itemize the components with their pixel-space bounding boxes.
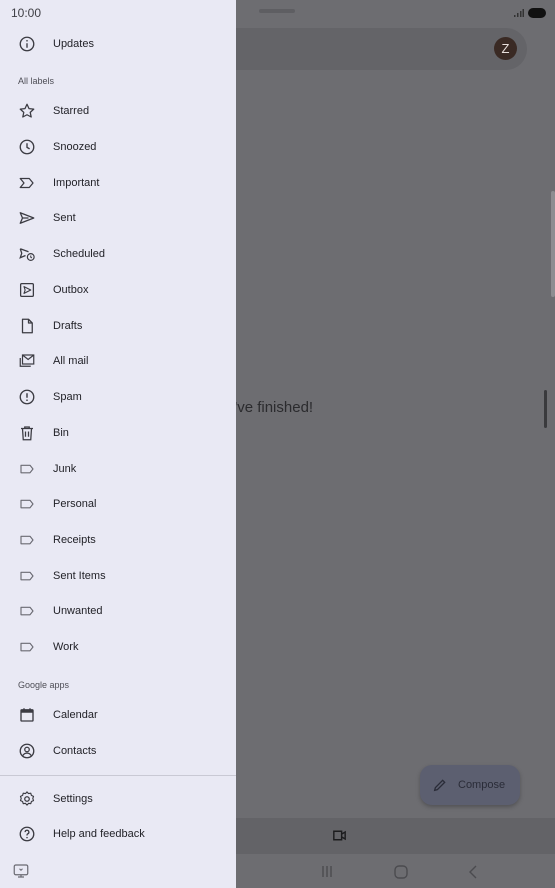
drawer-item-label: Outbox xyxy=(53,284,89,296)
drawer-item-personal[interactable]: Personal xyxy=(0,487,236,521)
drawer-item-label: Scheduled xyxy=(53,248,105,260)
compose-label: Compose xyxy=(458,779,506,791)
drawer-item-label: Settings xyxy=(53,793,93,805)
outbox-icon xyxy=(18,281,36,299)
scrollbar-thumb[interactable] xyxy=(544,390,547,428)
calendar-icon xyxy=(18,706,36,724)
pencil-icon xyxy=(433,779,446,792)
drag-handle xyxy=(259,9,295,13)
drawer-item-label: Important xyxy=(53,177,100,189)
label-icon xyxy=(18,567,36,585)
home-icon[interactable] xyxy=(394,865,408,879)
account-avatar[interactable]: Z xyxy=(494,37,517,60)
empty-inbox-message: u've finished! xyxy=(236,399,314,416)
drawer-item-work[interactable]: Work xyxy=(0,630,236,664)
drawer-item-bin[interactable]: Bin xyxy=(0,416,236,450)
drawer-item-label: Sent Items xyxy=(53,570,106,582)
label-icon xyxy=(18,531,36,549)
label-icon xyxy=(18,495,36,513)
screen-device-icon[interactable] xyxy=(12,862,30,880)
gear-icon xyxy=(18,790,36,808)
drawer-item-label: Receipts xyxy=(53,534,96,546)
drawer-item-unwanted[interactable]: Unwanted xyxy=(0,594,236,628)
bottom-navigation-bar xyxy=(236,818,555,854)
drawer-item-scheduled[interactable]: Scheduled xyxy=(0,237,236,271)
drawer-divider xyxy=(0,775,236,776)
label-icon xyxy=(18,602,36,620)
drawer-item-receipts[interactable]: Receipts xyxy=(0,523,236,557)
drawer-item-label: Updates xyxy=(53,38,94,50)
draft-icon xyxy=(18,317,36,335)
drawer-item-starred[interactable]: Starred xyxy=(0,94,236,128)
drawer-item-spam[interactable]: Spam xyxy=(0,380,236,414)
clock-icon xyxy=(18,138,36,156)
drawer-item-settings[interactable]: Settings xyxy=(0,782,236,816)
drawer-item-junk[interactable]: Junk xyxy=(0,452,236,486)
drawer-item-snoozed[interactable]: Snoozed xyxy=(0,130,236,164)
drawer-item-drafts[interactable]: Drafts xyxy=(0,309,236,343)
side-scroll-handle[interactable] xyxy=(551,191,555,297)
drawer-item-important[interactable]: Important xyxy=(0,166,236,200)
drawer-item-label: Work xyxy=(53,641,79,653)
status-icons xyxy=(514,8,546,18)
back-icon[interactable] xyxy=(468,865,478,879)
scheduled-send-icon xyxy=(18,245,36,263)
navigation-drawer: 10:00 Updates All labels Starred Snoozed… xyxy=(0,0,236,888)
drawer-item-help[interactable]: Help and feedback xyxy=(0,817,236,851)
drawer-item-label: Bin xyxy=(53,427,69,439)
drawer-item-sent[interactable]: Sent xyxy=(0,201,236,235)
battery-icon xyxy=(528,8,546,18)
drawer-item-updates[interactable]: Updates xyxy=(0,27,236,61)
recents-icon[interactable] xyxy=(321,865,333,878)
trash-icon xyxy=(18,424,36,442)
drawer-item-label: Drafts xyxy=(53,320,83,332)
search-bar[interactable] xyxy=(236,28,527,70)
all-mail-icon xyxy=(18,352,36,370)
signal-icon xyxy=(514,9,524,17)
drawer-item-label: Junk xyxy=(53,463,77,475)
send-icon xyxy=(18,209,36,227)
drawer-item-label: Snoozed xyxy=(53,141,97,153)
label-icon xyxy=(18,638,36,656)
section-all-labels: All labels xyxy=(18,76,55,86)
spam-icon xyxy=(18,388,36,406)
label-icon xyxy=(18,460,36,478)
drawer-item-label: All mail xyxy=(53,355,89,367)
info-icon xyxy=(18,35,36,53)
drawer-item-all-mail[interactable]: All mail xyxy=(0,344,236,378)
drawer-item-label: Calendar xyxy=(53,709,98,721)
meet-video-icon[interactable] xyxy=(331,827,348,844)
drawer-item-label: Sent xyxy=(53,212,76,224)
drawer-item-label: Starred xyxy=(53,105,90,117)
drawer-item-sent-items[interactable]: Sent Items xyxy=(0,559,236,593)
star-icon xyxy=(18,102,36,120)
drawer-item-label: Personal xyxy=(53,498,97,510)
drawer-item-label: Spam xyxy=(53,391,82,403)
help-icon xyxy=(18,825,36,843)
status-time: 10:00 xyxy=(11,6,42,20)
system-nav-bar xyxy=(236,856,555,888)
compose-button[interactable]: Compose xyxy=(420,765,520,805)
drawer-item-label: Contacts xyxy=(53,745,97,757)
important-icon xyxy=(18,174,36,192)
drawer-item-label: Unwanted xyxy=(53,605,103,617)
drawer-item-label: Help and feedback xyxy=(53,828,145,840)
drawer-item-contacts[interactable]: Contacts xyxy=(0,734,236,768)
contacts-icon xyxy=(18,742,36,760)
drawer-item-calendar[interactable]: Calendar xyxy=(0,698,236,732)
drawer-item-outbox[interactable]: Outbox xyxy=(0,273,236,307)
section-google-apps: Google apps xyxy=(18,680,70,690)
